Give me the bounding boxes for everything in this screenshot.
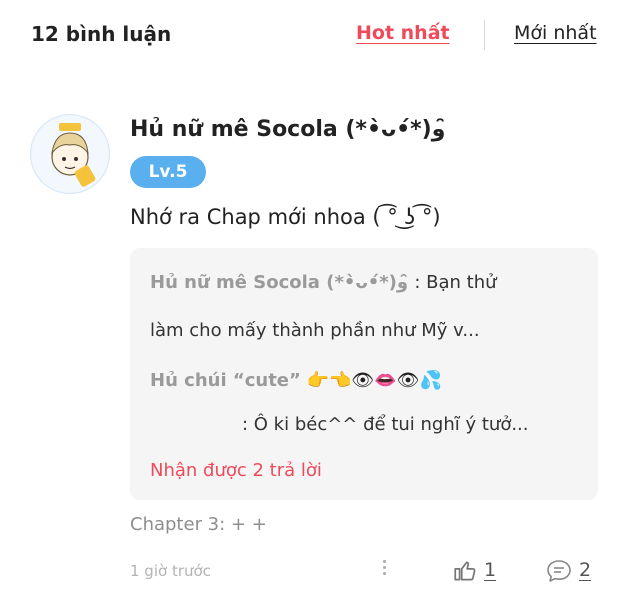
reply-1: Hủ nữ mê Socola (*•̀ᴗ•́*)و ̑̑: Bạn thử xyxy=(150,272,497,293)
avatar[interactable] xyxy=(30,114,110,194)
reply-1-author[interactable]: Hủ nữ mê Socola (*•̀ᴗ•́*)و ̑̑ xyxy=(150,272,414,293)
comment-username[interactable]: Hủ nữ mê Socola (*•̀ᴗ•́*)و ̑̑ xyxy=(130,117,453,142)
chapter-label[interactable]: Chapter 3: + + xyxy=(130,514,267,535)
view-replies-link[interactable]: Nhận được 2 trả lời xyxy=(150,460,322,481)
reply-1-text-cont: làm cho mấy thành phần như Mỹ v... xyxy=(150,320,480,341)
reply-2-emoji: 👉👈👁👄👁💦 xyxy=(306,370,442,391)
more-vertical-icon[interactable] xyxy=(380,560,388,580)
thumbs-up-icon xyxy=(454,561,476,581)
like-count: 1 xyxy=(484,559,497,581)
reply-2-author[interactable]: Hủ chúi “cute” xyxy=(150,370,301,391)
comment-time: 1 giờ trước xyxy=(130,562,211,580)
chat-bubble-icon xyxy=(547,560,571,582)
comment-count: 12 bình luận xyxy=(31,22,172,46)
tab-divider xyxy=(484,20,485,50)
level-badge: Lv.5 xyxy=(130,156,206,188)
reply-2-author-row: Hủ chúi “cute” 👉👈👁👄👁💦 xyxy=(150,370,442,391)
tab-newest[interactable]: Mới nhất xyxy=(514,22,597,44)
reply-2-text: : Ô ki béc^^ để tui nghĩ ý tưở... xyxy=(242,414,529,435)
comment-text: Nhớ ra Chap mới nhoa ( ͡° ͜ʖ ͡°) xyxy=(130,205,441,229)
tab-hot[interactable]: Hot nhất xyxy=(356,22,450,44)
reply-1-text: : Bạn thử xyxy=(414,272,497,293)
like-button[interactable]: 1 xyxy=(452,558,512,588)
comments-header: 12 bình luận Hot nhất Mới nhất xyxy=(0,0,639,72)
reply-count: 2 xyxy=(579,559,592,581)
reply-preview[interactable]: Hủ nữ mê Socola (*•̀ᴗ•́*)و ̑̑: Bạn thử l… xyxy=(130,248,598,500)
reply-button[interactable]: 2 xyxy=(545,558,605,588)
